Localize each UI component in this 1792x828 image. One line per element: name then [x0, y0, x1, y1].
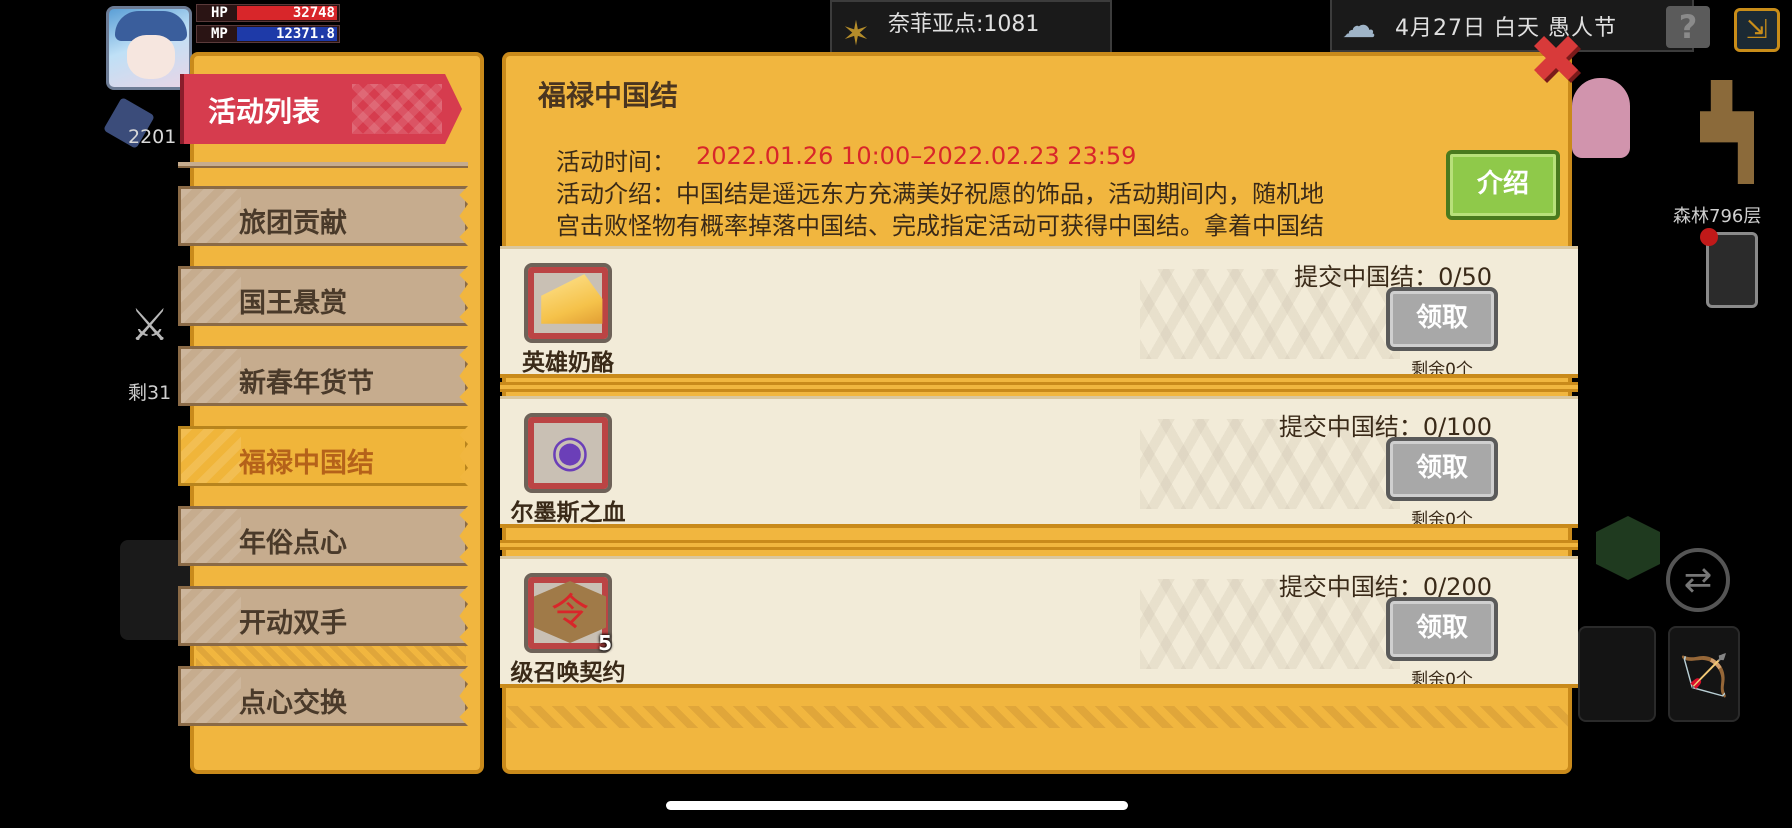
activity-title: 福禄中国结 — [538, 79, 679, 112]
reward-row: ◉ 尔墨斯之血 提交中国结：0/100 领取 剩余0个 — [500, 396, 1578, 528]
menu-item-chinese-knot[interactable]: 福禄中国结 — [178, 426, 468, 486]
help-button[interactable]: ? — [1666, 6, 1710, 48]
menu-item-hands-on[interactable]: 开动双手 — [178, 586, 468, 646]
activity-description-line1: 活动介绍：中国结是遥远东方充满美好祝愿的饰品，活动期间内，随机地 — [556, 180, 1324, 208]
activity-list-header: 活动列表 — [180, 74, 462, 144]
activity-list-title: 活动列表 — [208, 95, 321, 128]
menu-item-guild-contribution[interactable]: 旅团贡献 — [178, 186, 468, 246]
floor-label: 森林796层 — [1673, 206, 1762, 227]
reward-row: 英雄奶酪 提交中国结：0/50 领取 剩余0个 — [500, 246, 1578, 378]
player-avatar[interactable] — [106, 6, 192, 90]
reward-row: 令 5 级召唤契约 提交中国结：0/200 领取 剩余0个 — [500, 556, 1578, 688]
crossed-swords-icon[interactable]: ⚔ — [130, 300, 169, 351]
exit-icon[interactable]: ⇲ — [1734, 8, 1780, 52]
menu-pattern — [196, 646, 466, 666]
menu-item-label: 点心交换 — [239, 688, 347, 719]
intro-button[interactable]: 介绍 — [1446, 150, 1560, 220]
mp-bar: MP 12371.8 — [196, 25, 340, 43]
hp-bar: HP 32748 — [196, 4, 340, 22]
contract-icon: 令 — [534, 581, 606, 643]
item-name: 级召唤契约 — [510, 660, 626, 686]
menu-item-label: 国王悬赏 — [239, 288, 347, 319]
notification-dot — [1700, 228, 1718, 246]
menu-item-label: 福禄中国结 — [239, 448, 374, 479]
menu-item-new-year-snacks[interactable]: 年俗点心 — [178, 506, 468, 566]
swap-icon[interactable]: ⇄ — [1666, 548, 1730, 612]
mp-value: 12371.8 — [275, 26, 335, 42]
menu-item-king-bounty[interactable]: 国王悬赏 — [178, 266, 468, 326]
hp-value: 32748 — [292, 5, 335, 21]
activity-time-value: 2022.01.26 10:00–2022.02.23 23:59 — [696, 142, 1137, 170]
claim-button[interactable]: 领取 — [1386, 437, 1498, 501]
minimap-shape[interactable] — [1700, 80, 1754, 184]
item-slot[interactable] — [524, 263, 612, 343]
item-slot[interactable]: ◉ — [524, 413, 612, 493]
skill-hex-icon[interactable] — [1596, 516, 1660, 580]
claim-button[interactable]: 领取 — [1386, 287, 1498, 351]
activity-time-label: 活动时间： — [556, 148, 676, 176]
mp-label: MP — [211, 26, 228, 42]
rain-cloud-icon: ☁ — [1342, 6, 1376, 46]
menu-item-snack-exchange[interactable]: 点心交换 — [178, 666, 468, 726]
menu-item-label: 年俗点心 — [239, 528, 347, 559]
item-slot[interactable]: 令 5 — [524, 573, 612, 655]
close-icon[interactable]: ✖ — [1524, 27, 1588, 94]
remaining-label: 剩余0个 — [1411, 360, 1473, 378]
avatar-face — [127, 35, 175, 79]
menu-separator — [178, 162, 468, 168]
menu-item-label: 旅团贡献 — [239, 208, 347, 239]
sword-skill-button[interactable] — [1578, 626, 1656, 722]
menu-item-label: 新春年货节 — [239, 368, 374, 399]
potion-icon: ◉ — [550, 426, 590, 477]
cheese-icon — [541, 274, 603, 324]
menu-item-label: 开动双手 — [239, 608, 347, 639]
remaining-count-label: 剩31 — [128, 382, 172, 404]
row-divider — [500, 540, 1578, 550]
panel-bottom-pattern — [506, 706, 1568, 728]
points-label: 奈菲亚点:1081 — [888, 12, 1040, 37]
points-emblem-icon: ✶ — [841, 14, 871, 54]
gem-count: 2201 — [128, 126, 177, 148]
activity-description-line2: 宫击败怪物有概率掉落中国结、完成指定活动可获得中国结。拿着中国结 — [556, 212, 1324, 240]
home-indicator[interactable] — [666, 801, 1128, 810]
row-divider — [500, 382, 1578, 392]
remaining-label: 剩余0个 — [1411, 670, 1473, 688]
item-name: 英雄奶酪 — [522, 350, 614, 376]
hp-label: HP — [211, 5, 228, 21]
item-name: 尔墨斯之血 — [510, 500, 626, 526]
claim-button[interactable]: 领取 — [1386, 597, 1498, 661]
item-quantity: 5 — [598, 631, 612, 655]
bow-skill-button[interactable]: 🏹 — [1668, 626, 1740, 722]
remaining-label: 剩余0个 — [1411, 510, 1473, 528]
menu-item-spring-festival[interactable]: 新春年货节 — [178, 346, 468, 406]
